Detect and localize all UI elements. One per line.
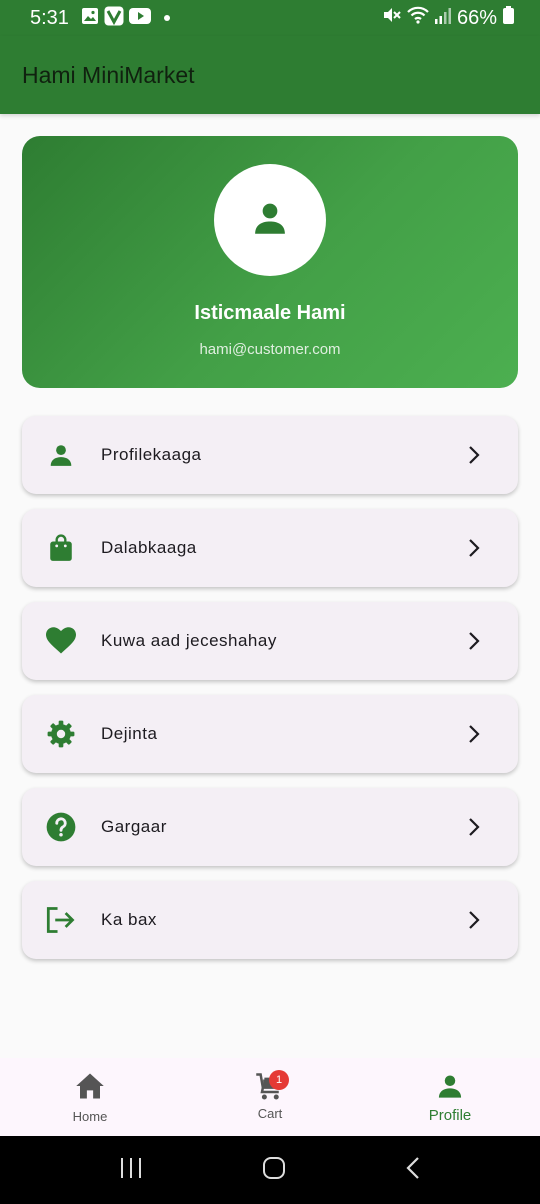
chevron-right-icon (466, 724, 482, 744)
help-icon (46, 812, 76, 842)
youtube-icon (128, 7, 151, 29)
status-time: 5:31 (30, 6, 69, 29)
wifi-icon (407, 6, 429, 30)
v-app-icon (104, 6, 124, 31)
menu-item-help[interactable]: Gargaar (22, 788, 518, 866)
app-bar: Hami MiniMarket (0, 36, 540, 114)
menu-item-label: Dejinta (101, 724, 158, 743)
heart-icon (46, 626, 76, 656)
mute-icon (381, 5, 401, 31)
chevron-right-icon (466, 910, 482, 930)
menu-item-label: Ka bax (101, 910, 157, 929)
person-icon (436, 1072, 464, 1105)
nav-item-cart[interactable]: 1 Cart (180, 1058, 360, 1136)
menu-item-label: Kuwa aad jeceshahay (101, 631, 277, 650)
user-email: hami@customer.com (199, 341, 341, 358)
profile-header-card: Isticmaale Hami hami@customer.com (22, 136, 518, 388)
chevron-right-icon (466, 445, 482, 465)
cart-badge: 1 (269, 1070, 289, 1090)
signal-icon (434, 7, 451, 30)
chevron-right-icon (466, 817, 482, 837)
menu-item-orders[interactable]: Dalabkaaga (22, 509, 518, 587)
user-name: Isticmaale Hami (194, 302, 346, 324)
menu-item-settings[interactable]: Dejinta (22, 695, 518, 773)
shopping-bag-icon (46, 533, 76, 563)
bottom-navigation: Home 1 Cart Profile (0, 1058, 540, 1136)
menu-item-label: Gargaar (101, 817, 167, 836)
home-icon (75, 1072, 105, 1105)
gallery-icon (81, 7, 99, 30)
nav-item-profile[interactable]: Profile (360, 1058, 540, 1136)
back-icon[interactable] (405, 1156, 421, 1185)
recent-apps-icon[interactable] (119, 1157, 143, 1184)
cart-icon (255, 1073, 285, 1106)
menu-item-label: Dalabkaaga (101, 538, 197, 557)
person-icon (249, 197, 291, 244)
person-icon (46, 440, 76, 470)
battery-level: 66% (456, 6, 497, 29)
menu-item-logout[interactable]: Ka bax (22, 881, 518, 959)
logout-icon (46, 905, 76, 935)
avatar (214, 164, 326, 276)
system-navigation-bar (0, 1136, 540, 1204)
notification-dot-icon (163, 15, 170, 21)
menu-item-profile[interactable]: Profilekaaga (22, 416, 518, 494)
nav-item-home[interactable]: Home (0, 1058, 180, 1136)
chevron-right-icon (466, 631, 482, 651)
nav-label-profile: Profile (428, 1107, 472, 1124)
chevron-right-icon (466, 538, 482, 558)
nav-label-home: Home (72, 1109, 108, 1124)
nav-label-cart: Cart (257, 1106, 283, 1121)
menu-item-favorites[interactable]: Kuwa aad jeceshahay (22, 602, 518, 680)
settings-icon (46, 719, 76, 749)
app-title: Hami MiniMarket (22, 61, 195, 88)
home-button-icon[interactable] (262, 1156, 286, 1185)
battery-icon (503, 6, 514, 30)
status-bar: 5:31 66% (0, 0, 540, 36)
menu-item-label: Profilekaaga (101, 445, 202, 464)
